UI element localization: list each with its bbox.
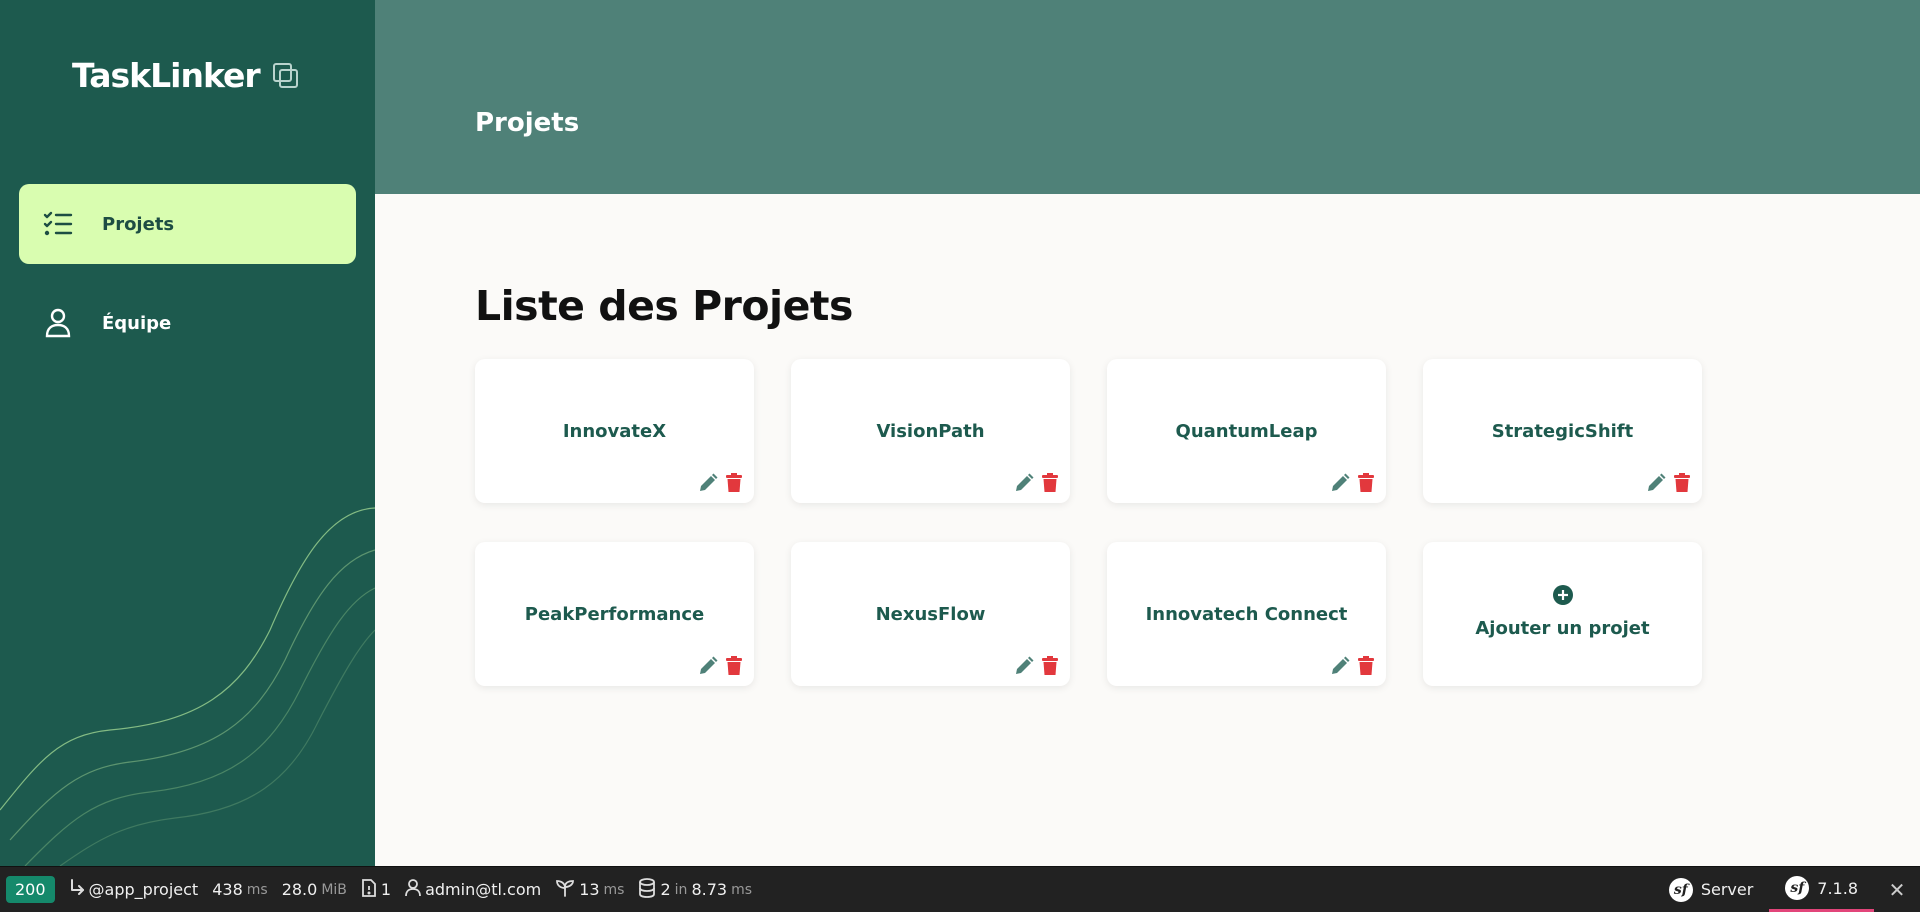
user-item[interactable]: admin@tl.com	[405, 878, 542, 901]
trash-icon[interactable]	[1040, 473, 1060, 493]
project-card[interactable]: StrategicShift	[1423, 359, 1702, 503]
memory-item[interactable]: 28.0 MiB	[282, 880, 347, 899]
project-name: StrategicShift	[1491, 421, 1634, 442]
symfony-icon: sf	[1668, 877, 1693, 902]
sidebar-item-label: Équipe	[102, 312, 172, 334]
redirect-arrow-icon	[69, 878, 85, 901]
symfony-icon: sf	[1785, 876, 1810, 900]
page-title: Projets	[475, 108, 580, 138]
plus-circle-icon	[1552, 584, 1574, 606]
memory-value: 28.0	[281, 880, 318, 899]
user-email: admin@tl.com	[425, 880, 542, 899]
route-item[interactable]: @app_project	[69, 878, 199, 901]
trash-icon[interactable]	[724, 473, 744, 493]
logo-text: TaskLinker	[72, 56, 261, 95]
db-in: in	[674, 881, 688, 898]
project-name: QuantumLeap	[1175, 421, 1318, 442]
twig-unit: ms	[603, 881, 625, 898]
pencil-icon[interactable]	[1014, 656, 1034, 676]
project-name: NexusFlow	[875, 604, 986, 625]
database-icon	[638, 877, 656, 902]
pencil-icon[interactable]	[1330, 656, 1350, 676]
pencil-icon[interactable]	[1330, 473, 1350, 493]
project-name: Innovatech Connect	[1145, 604, 1348, 625]
log-file-icon	[361, 878, 377, 901]
add-project-label: Ajouter un projet	[1475, 618, 1650, 639]
time-unit: ms	[246, 881, 268, 898]
trash-icon[interactable]	[1356, 473, 1376, 493]
twig-sprout-icon	[555, 879, 575, 901]
user-icon	[43, 308, 73, 338]
debug-toolbar: 200 @app_project 438 ms 28.0 MiB 1 admin…	[0, 866, 1920, 912]
twig-value: 13	[579, 880, 600, 899]
database-item[interactable]: 2 in 8.73 ms	[638, 877, 752, 902]
trash-icon[interactable]	[1672, 473, 1692, 493]
copy-squares-icon	[272, 61, 300, 91]
add-project-button[interactable]: Ajouter un projet	[1423, 542, 1702, 686]
sidebar-item-equipe[interactable]: Équipe	[19, 283, 356, 363]
server-item[interactable]: sf Server	[1653, 867, 1769, 912]
checklist-icon	[43, 209, 73, 239]
db-unit: ms	[731, 881, 752, 898]
pencil-icon[interactable]	[1646, 473, 1666, 493]
status-badge[interactable]: 200	[6, 876, 55, 903]
project-card[interactable]: QuantumLeap	[1107, 359, 1386, 503]
project-name: PeakPerformance	[524, 604, 705, 625]
db-time: 8.73	[691, 880, 728, 899]
project-card[interactable]: InnovateX	[475, 359, 754, 503]
trash-icon[interactable]	[1356, 656, 1376, 676]
user-icon	[405, 878, 421, 901]
project-card[interactable]: PeakPerformance	[475, 542, 754, 686]
route-name: @app_project	[88, 880, 199, 899]
project-card[interactable]: NexusFlow	[791, 542, 1070, 686]
pencil-icon[interactable]	[698, 473, 718, 493]
logs-count: 1	[380, 880, 392, 899]
close-icon[interactable]: ✕	[1874, 867, 1920, 912]
pencil-icon[interactable]	[1014, 473, 1034, 493]
project-card[interactable]: Innovatech Connect	[1107, 542, 1386, 686]
symfony-version: 7.1.8	[1817, 878, 1858, 898]
project-card[interactable]: VisionPath	[791, 359, 1070, 503]
memory-unit: MiB	[321, 881, 347, 898]
app-logo[interactable]: TaskLinker	[72, 56, 300, 95]
decorative-waves	[0, 507, 375, 866]
pencil-icon[interactable]	[698, 656, 718, 676]
section-title: Liste des Projets	[475, 282, 853, 330]
projects-grid: InnovateX VisionPath QuantumLeap Strateg…	[475, 359, 1702, 686]
trash-icon[interactable]	[724, 656, 744, 676]
twig-item[interactable]: 13 ms	[555, 879, 624, 901]
sidebar-item-label: Projets	[102, 213, 175, 235]
sidebar-item-projets[interactable]: Projets	[19, 184, 356, 264]
time-value: 438	[212, 880, 243, 899]
sidebar: TaskLinker Projets Équipe	[0, 0, 375, 866]
project-name: VisionPath	[876, 421, 985, 442]
project-name: InnovateX	[562, 421, 667, 442]
trash-icon[interactable]	[1040, 656, 1060, 676]
logs-item[interactable]: 1	[361, 878, 392, 901]
db-queries: 2	[660, 880, 671, 899]
server-label: Server	[1700, 880, 1754, 899]
page-header: Projets	[375, 0, 1920, 194]
time-item[interactable]: 438 ms	[212, 880, 267, 899]
symfony-version-item[interactable]: sf 7.1.8	[1769, 867, 1874, 912]
